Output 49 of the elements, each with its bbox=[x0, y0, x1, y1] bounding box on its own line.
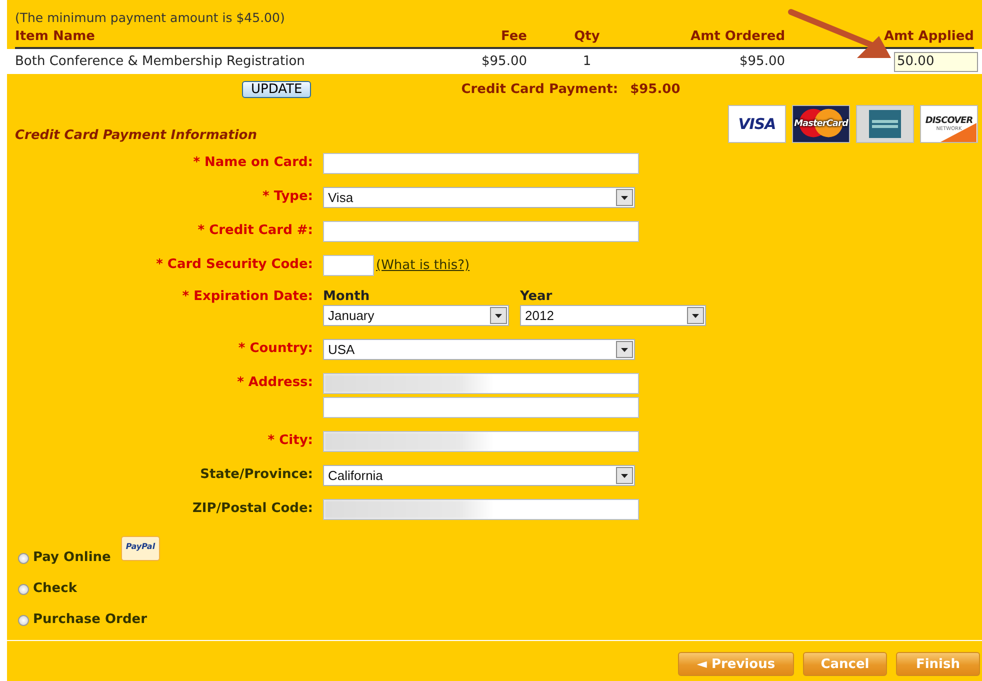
radio-button[interactable] bbox=[18, 584, 29, 595]
payment-method-label: Purchase Order bbox=[33, 612, 148, 628]
text-input-field[interactable] bbox=[323, 499, 639, 520]
field-label: * City: bbox=[266, 432, 313, 450]
payment-method-label: Check bbox=[33, 581, 77, 597]
security-code-field[interactable] bbox=[323, 255, 374, 276]
card-logo bbox=[856, 105, 914, 143]
field-label: * Expiration Date: bbox=[181, 289, 313, 306]
text-input-field[interactable] bbox=[323, 397, 639, 418]
table-cell-text: $95.00 bbox=[738, 54, 785, 69]
field-label: ZIP/Postal Code: bbox=[192, 500, 313, 518]
field-label: * Type: bbox=[262, 188, 313, 206]
field-label: * Address: bbox=[236, 374, 313, 392]
dropdown-select[interactable]: USA bbox=[323, 339, 635, 360]
payment-method-label: Pay Online bbox=[33, 550, 111, 566]
amount-applied-input[interactable]: 50.00 bbox=[894, 52, 978, 72]
update-button[interactable]: UPDATE bbox=[242, 80, 312, 98]
year-label: Year bbox=[520, 289, 552, 305]
dropdown-select[interactable]: 2012 bbox=[520, 305, 706, 326]
paypal-badge: PayPal bbox=[120, 536, 160, 561]
field-label: * Country: bbox=[237, 340, 313, 358]
credit-card-payment-amount: $95.00 bbox=[630, 82, 680, 96]
visa-logo: VISA bbox=[728, 105, 786, 143]
column-header: Qty bbox=[573, 29, 601, 44]
field-label: * Credit Card #: bbox=[196, 222, 313, 240]
radio-button[interactable] bbox=[18, 553, 29, 564]
dropdown-select[interactable]: January bbox=[323, 305, 509, 326]
field-label: * Card Security Code: bbox=[155, 256, 313, 274]
table-cell-text: 1 bbox=[582, 54, 592, 69]
dropdown-select[interactable]: Visa bbox=[323, 187, 635, 208]
field-label: * Name on Card: bbox=[192, 154, 313, 172]
credit-card-payment-label: Credit Card Payment: bbox=[461, 82, 618, 96]
text-input-field[interactable] bbox=[323, 153, 639, 174]
text-input-field[interactable] bbox=[323, 221, 639, 242]
column-header: Amt Ordered bbox=[690, 29, 785, 44]
field-label: State/Province: bbox=[199, 466, 313, 484]
text-input-field[interactable] bbox=[323, 431, 639, 452]
text-input-field[interactable] bbox=[323, 373, 639, 394]
section-title: Credit Card Payment Information bbox=[15, 128, 257, 143]
month-label: Month bbox=[323, 289, 370, 305]
radio-button[interactable] bbox=[18, 615, 29, 626]
column-header: Fee bbox=[500, 29, 527, 44]
dropdown-select[interactable]: California bbox=[323, 465, 635, 486]
column-header: Item Name bbox=[15, 29, 96, 44]
table-cell-text: $95.00 bbox=[480, 54, 527, 69]
column-header: Amt Applied bbox=[882, 29, 974, 44]
table-cell-text: Both Conference & Membership Registration bbox=[15, 54, 306, 69]
minimum-payment-note: (The minimum payment amount is $45.00) bbox=[15, 10, 286, 25]
what-is-this-link[interactable]: (What is this?) bbox=[376, 258, 470, 273]
